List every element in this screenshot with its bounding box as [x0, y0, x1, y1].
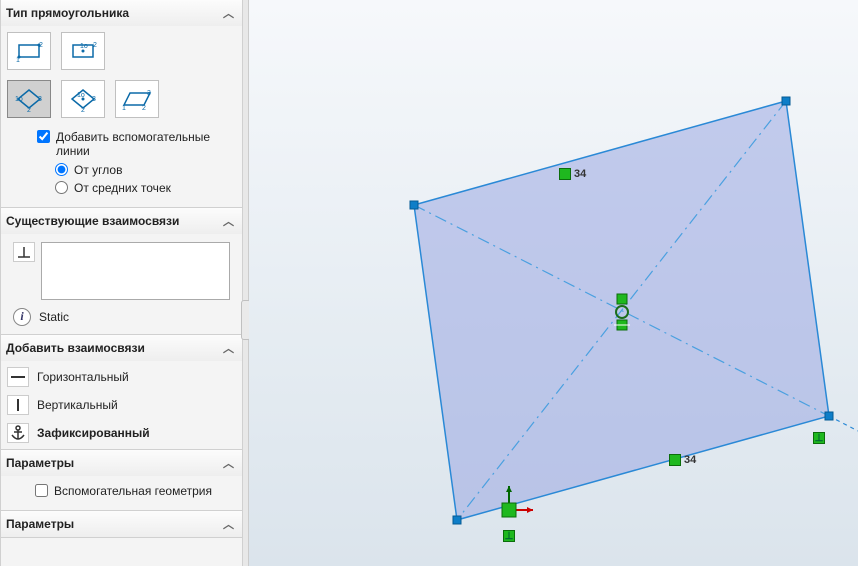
- svg-text:3: 3: [38, 96, 42, 103]
- svg-text:1o: 1o: [80, 43, 88, 50]
- add-rel-vertical[interactable]: Вертикальный: [1, 391, 242, 419]
- section-header-existing-rel[interactable]: Существующие взаимосвязи ︿: [1, 208, 242, 234]
- collapse-icon: ︿: [223, 213, 234, 229]
- svg-text:2: 2: [93, 42, 97, 49]
- add-rel-horizontal[interactable]: Горизонтальный: [1, 363, 242, 391]
- svg-text:2: 2: [142, 105, 146, 112]
- perpendicular-glyph-right[interactable]: ⊥: [813, 432, 825, 444]
- collapse-icon: ︿: [223, 516, 234, 532]
- perpendicular-icon: [13, 242, 35, 262]
- svg-text:1o: 1o: [15, 96, 23, 103]
- chk-aux-geometry[interactable]: [35, 484, 48, 497]
- anchor-icon: [7, 423, 29, 443]
- collapse-icon: ︿: [223, 340, 234, 356]
- tool-rect-3pt-diamond[interactable]: 1o 3 2: [7, 80, 51, 118]
- chk-aux-geometry-label: Вспомогательная геометрия: [54, 484, 212, 498]
- svg-text:1o: 1o: [77, 92, 85, 99]
- tool-rect-center[interactable]: 1o 2: [61, 32, 105, 70]
- sketch-canvas[interactable]: 34 34 ⊥ ⊥: [249, 0, 858, 566]
- section-params-1: Параметры ︿ Вспомогательная геометрия: [1, 450, 242, 511]
- perpendicular-glyph-bottom[interactable]: ⊥: [503, 530, 515, 542]
- section-title: Параметры: [6, 517, 74, 531]
- parallel-icon: [669, 454, 681, 466]
- property-panel: Тип прямоугольника ︿ 12 1o2 1o32 1o32: [0, 0, 243, 566]
- constraint-label: Зафиксированный: [37, 426, 150, 440]
- info-icon: i: [13, 308, 31, 326]
- section-header-params1[interactable]: Параметры ︿: [1, 450, 242, 476]
- svg-text:2: 2: [27, 107, 31, 112]
- section-add-relations: Добавить взаимосвязи ︿ Горизонтальный Ве…: [1, 335, 242, 450]
- parallel-count: 34: [684, 454, 696, 466]
- section-title: Добавить взаимосвязи: [6, 341, 145, 355]
- tool-rect-3pt-center[interactable]: 1o 3 2: [61, 80, 105, 118]
- radio-from-corners[interactable]: [55, 163, 68, 176]
- vertical-icon: [7, 395, 29, 415]
- parallel-count: 34: [574, 168, 586, 180]
- parallel-glyph-bottom[interactable]: 34: [669, 454, 696, 466]
- parallel-glyph-top[interactable]: 34: [559, 168, 586, 180]
- section-existing-relations: Существующие взаимосвязи ︿ i Static: [1, 208, 242, 335]
- collapse-icon: ︿: [223, 5, 234, 21]
- radio-from-midpoints[interactable]: [55, 181, 68, 194]
- svg-text:3: 3: [92, 96, 96, 103]
- section-title: Существующие взаимосвязи: [6, 214, 179, 228]
- radio-from-corners-label: От углов: [74, 163, 122, 177]
- tool-parallelogram[interactable]: 1 2 3: [115, 80, 159, 118]
- horizontal-icon: [7, 367, 29, 387]
- section-title: Параметры: [6, 456, 74, 470]
- constraint-label: Вертикальный: [37, 398, 118, 412]
- section-header-rect-type[interactable]: Тип прямоугольника ︿: [1, 0, 242, 26]
- static-label: Static: [39, 310, 69, 324]
- collapse-icon: ︿: [223, 455, 234, 471]
- section-rectangle-type: Тип прямоугольника ︿ 12 1o2 1o32 1o32: [1, 0, 242, 208]
- constraint-label: Горизонтальный: [37, 370, 129, 384]
- tool-rect-corner[interactable]: 12: [7, 32, 51, 70]
- chk-add-construction-label: Добавить вспомогательные линии: [56, 130, 234, 159]
- existing-relations-list[interactable]: [41, 242, 230, 300]
- section-header-add-rel[interactable]: Добавить взаимосвязи ︿: [1, 335, 242, 361]
- svg-text:1: 1: [122, 105, 126, 112]
- section-title: Тип прямоугольника: [6, 6, 129, 20]
- section-header-params2[interactable]: Параметры ︿: [1, 511, 242, 537]
- section-params-2: Параметры ︿: [1, 511, 242, 538]
- svg-text:3: 3: [147, 90, 151, 97]
- svg-text:2: 2: [81, 107, 85, 112]
- parallel-icon: [559, 168, 571, 180]
- add-rel-fixed[interactable]: Зафиксированный: [1, 419, 242, 447]
- radio-from-midpoints-label: От средних точек: [74, 181, 171, 195]
- chk-add-construction[interactable]: [37, 130, 50, 143]
